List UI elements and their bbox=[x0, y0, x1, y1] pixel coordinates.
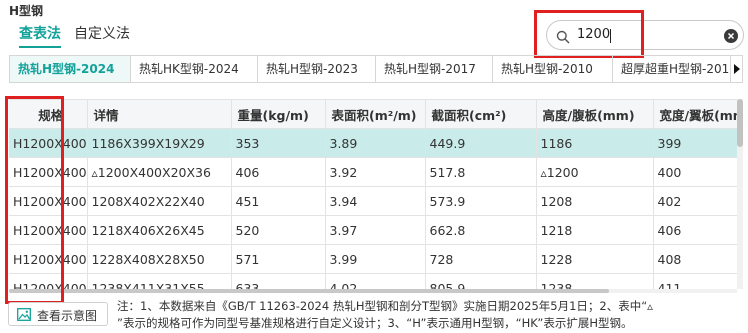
cell-weight: 571 bbox=[231, 244, 326, 274]
col-header-weight[interactable]: 重量(kg/m) bbox=[231, 100, 326, 129]
table-row[interactable]: H1200X400 1228X408X28X50 571 3.99 728 1228 408 bbox=[9, 244, 743, 274]
tab-hot-rolled-h-2023[interactable]: 热轧H型钢-2023 bbox=[258, 56, 376, 82]
col-header-detail[interactable]: 详情 bbox=[87, 100, 232, 129]
spec-table: 规格 详情 重量(kg/m) 表面积(m²/m) 截面积(cm²) 高度/腹板(… bbox=[9, 99, 743, 290]
cell-width-flange: 408 bbox=[653, 244, 743, 274]
table-row[interactable]: H1200X400 1218X406X26X45 520 3.97 662.8 1218 4… bbox=[9, 215, 743, 245]
cell-surface-area: 3.92 bbox=[325, 157, 426, 187]
cell-section-area: 517.8 bbox=[425, 157, 537, 187]
clear-icon[interactable] bbox=[724, 28, 738, 47]
cell-weight: 451 bbox=[231, 186, 326, 216]
table-row[interactable]: H1200X400 1238X411X31X55 633 4.02 805.9 1238 4… bbox=[9, 273, 743, 290]
chevron-right-icon[interactable] bbox=[730, 56, 742, 82]
image-icon bbox=[17, 308, 31, 324]
view-schematic-button[interactable]: 查看示意图 bbox=[8, 302, 108, 326]
cell-weight: 633 bbox=[231, 273, 326, 290]
cell-section-area: 728 bbox=[425, 244, 537, 274]
cell-width-flange: 399 bbox=[653, 128, 743, 158]
note-line-1: 注：1、本数据来自《GB/T 11263-2024 热轧H型钢和剖分T型钢》实施… bbox=[117, 299, 653, 313]
table-row[interactable]: H1200X400 1208X402X22X40 451 3.94 573.9 1208 4… bbox=[9, 186, 743, 216]
tab-hot-rolled-h-2024[interactable]: 热轧H型钢-2024 bbox=[10, 56, 131, 82]
view-schematic-label: 查看示意图 bbox=[37, 309, 98, 323]
tab-lookup-method[interactable]: 查表法 bbox=[19, 23, 61, 48]
cell-detail: ▵1200X400X20X36 bbox=[87, 157, 232, 187]
col-header-width-flange[interactable]: 宽度/翼板(mm) bbox=[653, 100, 743, 129]
cell-detail: 1208X402X22X40 bbox=[87, 186, 232, 216]
search-highlight-box bbox=[534, 10, 644, 58]
cell-section-area: 573.9 bbox=[425, 186, 537, 216]
spec-column-highlight-box bbox=[5, 96, 64, 304]
cell-surface-area: 3.94 bbox=[325, 186, 426, 216]
cell-height-web: 1186 bbox=[536, 128, 654, 158]
cell-weight: 353 bbox=[231, 128, 326, 158]
col-header-section-area[interactable]: 截面积(cm²) bbox=[425, 100, 537, 129]
cell-width-flange: 400 bbox=[653, 157, 743, 187]
horizontal-scroll-thumb[interactable] bbox=[9, 289, 609, 293]
tab-hot-rolled-h-2010[interactable]: 热轧H型钢-2010 bbox=[493, 56, 613, 82]
note-line-2: ”表示的规格可作为同型号基准规格进行自定义设计；3、“H”表示通用H型钢，“HK… bbox=[117, 316, 633, 330]
window-title: H型钢 bbox=[9, 4, 44, 18]
col-header-surface-area[interactable]: 表面积(m²/m) bbox=[325, 100, 426, 129]
cell-detail: 1238X411X31X55 bbox=[87, 273, 232, 290]
cell-weight: 520 bbox=[231, 215, 326, 245]
cell-width-flange: 411 bbox=[653, 273, 743, 290]
cell-section-area: 449.9 bbox=[425, 128, 537, 158]
table-header-row: 规格 详情 重量(kg/m) 表面积(m²/m) 截面积(cm²) 高度/腹板(… bbox=[9, 100, 743, 129]
cell-section-area: 662.8 bbox=[425, 215, 537, 245]
cell-detail: 1186X399X19X29 bbox=[87, 128, 232, 158]
vertical-scroll-thumb[interactable] bbox=[737, 99, 743, 147]
standard-tab-bar: 热轧H型钢-2024 热轧HK型钢-2024 热轧H型钢-2023 热轧H型钢-… bbox=[9, 55, 743, 83]
cell-section-area: 805.9 bbox=[425, 273, 537, 290]
cell-surface-area: 3.99 bbox=[325, 244, 426, 274]
cell-width-flange: 402 bbox=[653, 186, 743, 216]
cell-surface-area: 4.02 bbox=[325, 273, 426, 290]
cell-width-flange: 406 bbox=[653, 215, 743, 245]
table-row[interactable]: H1200X400 ▵1200X400X20X36 406 3.92 517.8 ▵120… bbox=[9, 157, 743, 187]
cell-height-web: ▵1200 bbox=[536, 157, 654, 187]
horizontal-scrollbar[interactable] bbox=[9, 289, 737, 293]
cell-detail: 1218X406X26X45 bbox=[87, 215, 232, 245]
cell-height-web: 1238 bbox=[536, 273, 654, 290]
cell-height-web: 1208 bbox=[536, 186, 654, 216]
cell-detail: 1228X408X28X50 bbox=[87, 244, 232, 274]
table-row[interactable]: H1200X400 1186X399X19X29 353 3.89 449.9 1186 3… bbox=[9, 128, 743, 158]
cell-height-web: 1218 bbox=[536, 215, 654, 245]
cell-surface-area: 3.97 bbox=[325, 215, 426, 245]
tab-hot-rolled-hk-2024[interactable]: 热轧HK型钢-2024 bbox=[131, 56, 258, 82]
cell-weight: 406 bbox=[231, 157, 326, 187]
tab-hot-rolled-h-2017[interactable]: 热轧H型钢-2017 bbox=[376, 56, 493, 82]
cell-surface-area: 3.89 bbox=[325, 128, 426, 158]
col-header-height-web[interactable]: 高度/腹板(mm) bbox=[536, 100, 654, 129]
data-source-note: 注：1、本数据来自《GB/T 11263-2024 热轧H型钢和剖分T型钢》实施… bbox=[117, 298, 745, 332]
tab-custom-method[interactable]: 自定义法 bbox=[74, 23, 130, 43]
cell-height-web: 1228 bbox=[536, 244, 654, 274]
vertical-scrollbar[interactable] bbox=[737, 99, 743, 289]
tab-extra-thick-h-2010[interactable]: 超厚超重H型钢-2010 bbox=[613, 56, 742, 82]
